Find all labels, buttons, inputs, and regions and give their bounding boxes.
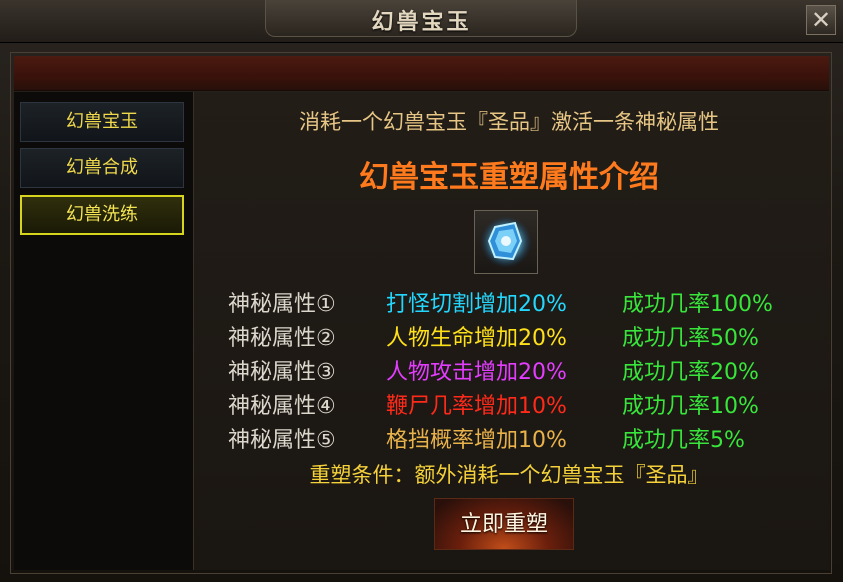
header-banner <box>14 56 829 91</box>
attribute-row-3: 神秘属性③ 人物攻击增加20% 成功几率20% <box>194 354 824 388</box>
attribute-rate: 成功几率5% <box>622 428 745 453</box>
attribute-effect: 格挡概率增加10% <box>386 428 567 453</box>
attribute-effect: 人物生命增加20% <box>386 326 567 351</box>
attribute-rate: 成功几率100% <box>622 292 773 317</box>
attribute-rate: 成功几率50% <box>622 326 759 351</box>
attribute-label: 神秘属性② <box>228 326 336 351</box>
sidebar-item-beast-refine[interactable]: 幻兽洗练 <box>20 195 184 235</box>
attribute-label: 神秘属性④ <box>228 394 336 419</box>
title-bar: 幻兽宝玉 ✕ <box>0 0 843 43</box>
attribute-row-5: 神秘属性⑤ 格挡概率增加10% 成功几率5% <box>194 422 824 456</box>
attribute-label: 神秘属性③ <box>228 360 336 385</box>
attribute-row-2: 神秘属性② 人物生命增加20% 成功几率50% <box>194 320 824 354</box>
attribute-effect: 鞭尸几率增加10% <box>386 394 567 419</box>
attribute-effect: 打怪切割增加20% <box>386 292 567 317</box>
reshape-now-button[interactable]: 立即重塑 <box>434 498 574 550</box>
window-title: 幻兽宝玉 <box>371 10 472 35</box>
close-button[interactable]: ✕ <box>806 5 836 35</box>
sidebar-item-beast-jade[interactable]: 幻兽宝玉 <box>20 102 184 142</box>
reshape-condition: 重塑条件：额外消耗一个幻兽宝玉『圣品』 <box>309 463 709 487</box>
attribute-effect: 人物攻击增加20% <box>386 360 567 385</box>
sidebar-item-beast-synthesis[interactable]: 幻兽合成 <box>20 148 184 188</box>
main-panel: 消耗一个幻兽宝玉『圣品』激活一条神秘属性 幻兽宝玉重塑属性介绍 神秘属性① 打怪… <box>194 92 830 570</box>
attribute-row-1: 神秘属性① 打怪切割增加20% 成功几率100% <box>194 286 824 320</box>
attribute-rate: 成功几率20% <box>622 360 759 385</box>
sidebar: 幻兽宝玉 幻兽合成 幻兽洗练 <box>14 92 194 570</box>
attribute-label: 神秘属性① <box>228 292 336 317</box>
attribute-rate: 成功几率10% <box>622 394 759 419</box>
subtitle: 消耗一个幻兽宝玉『圣品』激活一条神秘属性 <box>299 110 719 134</box>
page-title: 幻兽宝玉重塑属性介绍 <box>359 160 659 195</box>
attribute-label: 神秘属性⑤ <box>228 428 336 453</box>
blue-gem-icon <box>480 216 532 268</box>
item-slot[interactable] <box>474 210 538 274</box>
attribute-row-4: 神秘属性④ 鞭尸几率增加10% 成功几率10% <box>194 388 824 422</box>
dialog-window: 幻兽宝玉 ✕ 幻兽宝玉 幻兽合成 幻兽洗练 消耗一个幻兽宝玉『圣品』激活一条神秘… <box>0 0 843 582</box>
